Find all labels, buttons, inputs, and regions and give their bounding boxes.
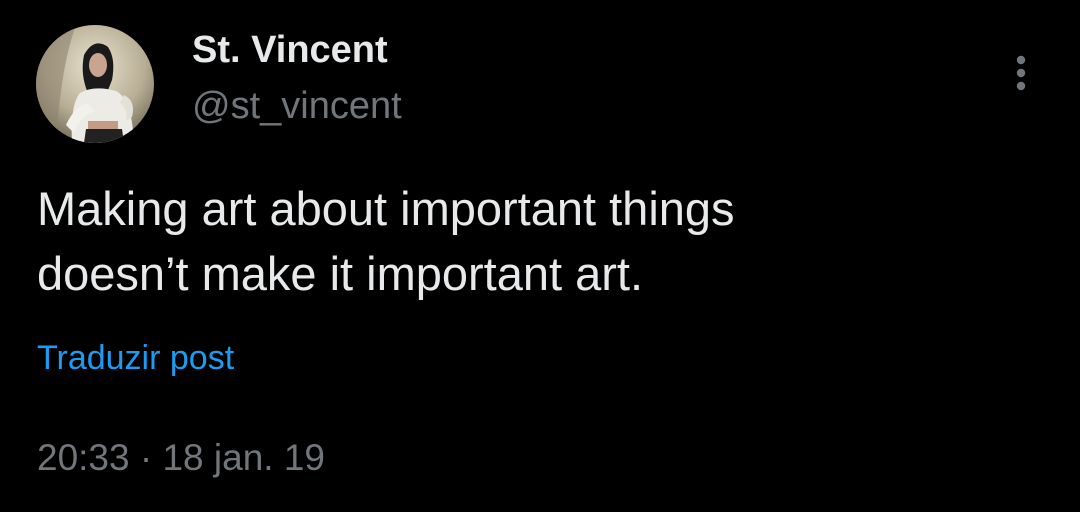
- profile-photo-icon: [36, 25, 154, 143]
- timestamp-separator: ·: [139, 437, 153, 478]
- post-date: 18 jan. 19: [162, 437, 326, 478]
- translate-post-link[interactable]: Traduzir post: [37, 338, 234, 379]
- post-text-line: doesn’t make it important art.: [37, 247, 644, 300]
- more-options-button[interactable]: [1002, 50, 1040, 96]
- post-timestamp[interactable]: 20:33 · 18 jan. 19: [37, 436, 325, 480]
- avatar[interactable]: [36, 25, 154, 143]
- post-text: Making art about important things doesn’…: [37, 176, 1037, 306]
- user-handle[interactable]: @st_vincent: [192, 85, 402, 128]
- more-options-icon: [1016, 55, 1026, 91]
- post-card: St. Vincent @st_vincent Making art about…: [0, 0, 1080, 512]
- display-name[interactable]: St. Vincent: [192, 29, 388, 72]
- post-time: 20:33: [37, 437, 130, 478]
- post-text-line: Making art about important things: [37, 182, 735, 235]
